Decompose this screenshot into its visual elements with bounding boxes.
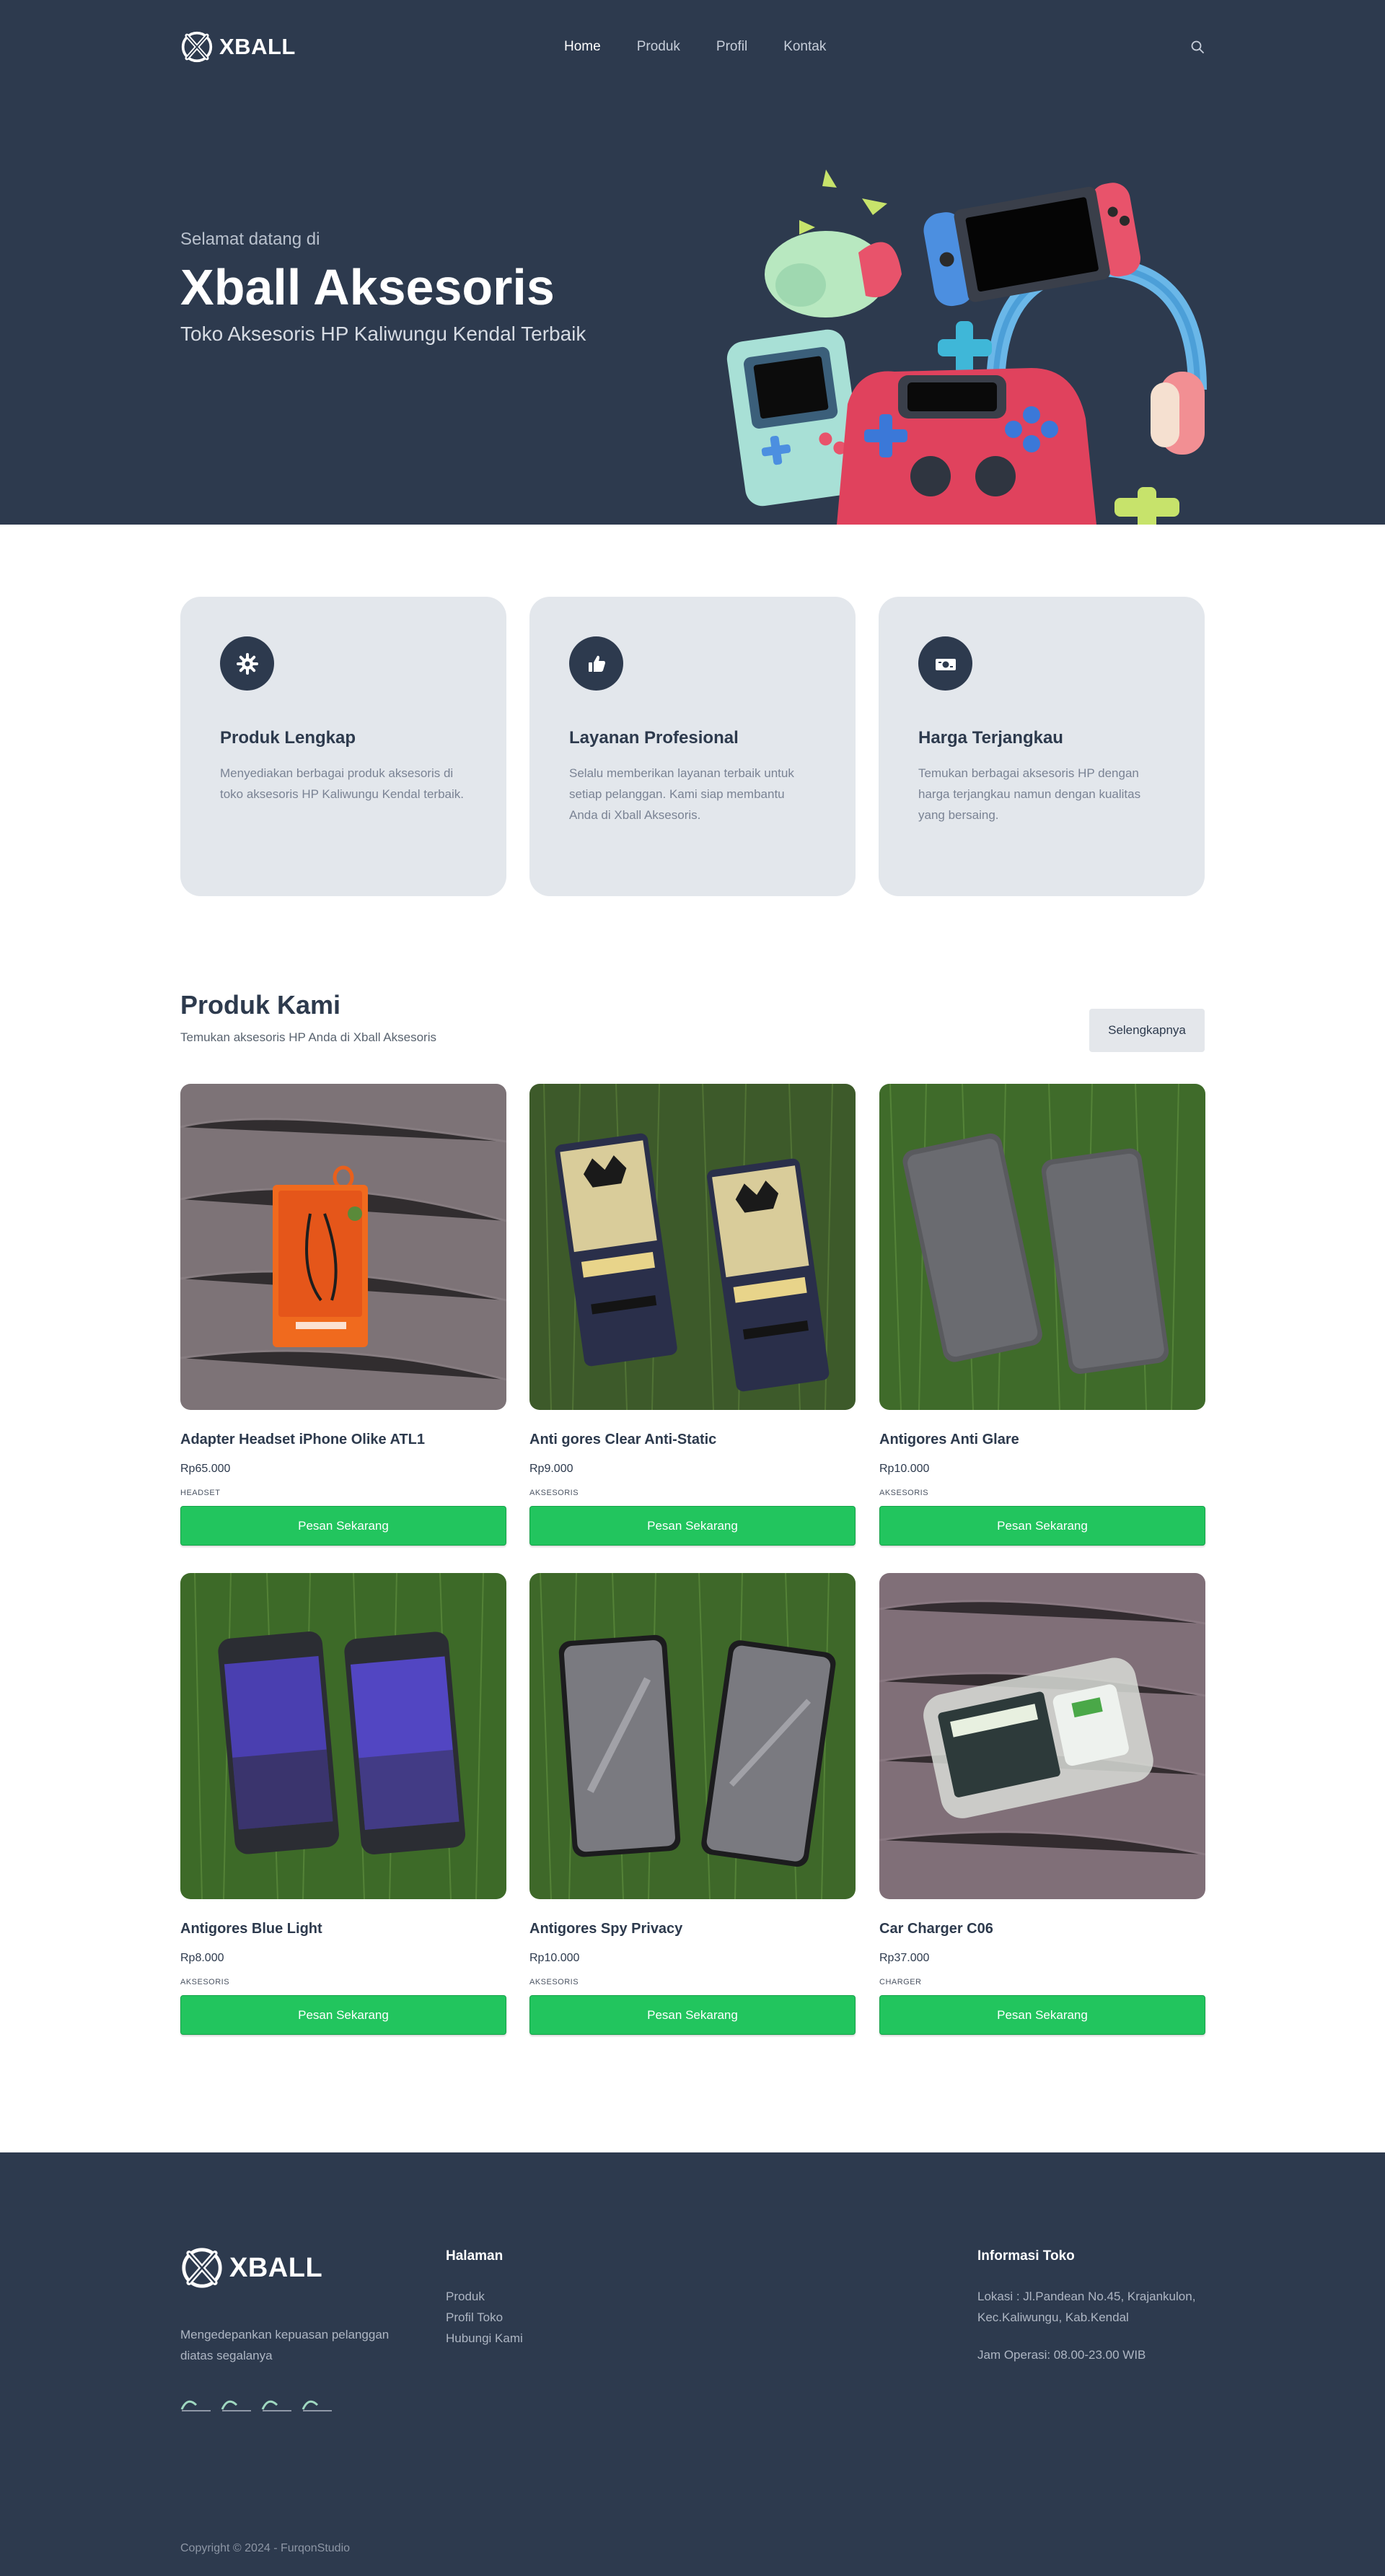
product-category: AKSESORIS [529,1978,579,1986]
product-price: Rp37.000 [879,1952,930,1964]
product-name[interactable]: Adapter Headset iPhone Olike ATL1 [180,1432,506,1448]
order-button[interactable]: Pesan Sekarang [529,1506,856,1546]
footer-pages-list: Produk Profil Toko Hubungi Kami [446,2286,523,2349]
footer-address: Lokasi : Jl.Pandean No.45, Krajankulon, … [977,2290,1196,2324]
social-icon[interactable] [302,2395,333,2412]
copyright: Copyright © 2024 - FurqonStudio [180,2542,351,2554]
social-icon[interactable] [221,2395,252,2412]
product-price: Rp9.000 [529,1463,573,1475]
feature-title: Harga Terjangkau [918,728,1063,748]
product-name[interactable]: Car Charger C06 [879,1921,1205,1937]
footer-brand-name: XBALL [229,2252,323,2283]
footer-hours: Jam Operasi: 08.00-23.00 WIB [977,2348,1146,2362]
feature-title: Produk Lengkap [220,728,356,748]
gaming-devices-illustration [726,170,1207,525]
product-category: HEADSET [180,1489,221,1497]
product-name[interactable]: Antigores Spy Privacy [529,1921,856,1937]
nav-home[interactable]: Home [564,39,601,55]
product-category: CHARGER [879,1978,922,1986]
nav-produk[interactable]: Produk [637,39,680,55]
feature-desc: Selalu memberikan layanan terbaik untuk … [569,766,794,822]
products-title: Produk Kami [180,990,341,1020]
xball-logo-icon [182,2248,222,2288]
product-image-clear-anti-static[interactable] [529,1084,856,1410]
footer-pages-column: Halaman Produk Profil Toko Hubungi Kami [446,2248,523,2349]
product-image-blue-light[interactable] [180,1573,506,1899]
product-price: Rp10.000 [879,1463,930,1475]
hero-subtitle: Toko Aksesoris HP Kaliwungu Kendal Terba… [180,323,586,345]
see-more-button[interactable]: Selengkapnya [1089,1009,1205,1052]
product-card: Adapter Headset iPhone Olike ATL1 Rp65.0… [180,1084,506,1546]
product-category: AKSESORIS [879,1489,929,1497]
brand-name: XBALL [219,34,296,59]
footer-pages-heading: Halaman [446,2248,504,2264]
hero-title: Xball Aksesoris [180,259,555,315]
gear-icon [220,636,274,691]
product-card: Car Charger C06 Rp37.000 CHARGER Pesan S… [879,1573,1205,2035]
feature-title: Layanan Profesional [569,728,739,748]
footer-link-profil-toko[interactable]: Profil Toko [446,2307,523,2328]
navbar: XBALL Home Produk Profil Kontak [180,29,1205,65]
feature-card-layanan-profesional: Layanan Profesional Selalu memberikan la… [529,597,856,896]
search-icon[interactable] [1190,40,1205,54]
footer-info-heading: Informasi Toko [977,2248,1075,2264]
product-image-car-charger[interactable] [879,1573,1205,1899]
social-links [180,2395,418,2412]
product-price: Rp65.000 [180,1463,231,1475]
hero-welcome: Selamat datang di [180,229,320,249]
product-card: Anti gores Clear Anti-Static Rp9.000 AKS… [529,1084,856,1546]
footer-brand-column: XBALL Mengedepankan kepuasan pelanggan d… [180,2246,418,2412]
brand-logo[interactable]: XBALL [180,29,296,65]
footer-logo[interactable]: XBALL [180,2246,418,2290]
order-button[interactable]: Pesan Sekarang [180,1995,506,2035]
feature-desc: Menyediakan berbagai produk aksesoris di… [220,766,464,801]
product-name[interactable]: Antigores Blue Light [180,1921,506,1937]
product-image-spy-privacy[interactable] [529,1573,856,1899]
main-nav: Home Produk Profil Kontak [564,29,862,65]
features-section: Produk Lengkap Menyediakan berbagai prod… [180,597,1205,896]
products-header: Produk Kami Temukan aksesoris HP Anda di… [180,990,1205,1055]
hero-section: XBALL Home Produk Profil Kontak Selamat … [0,0,1385,525]
footer-tagline: Mengedepankan kepuasan pelanggan diatas … [180,2328,390,2362]
footer-link-hubungi-kami[interactable]: Hubungi Kami [446,2328,523,2349]
order-button[interactable]: Pesan Sekarang [879,1995,1205,2035]
footer: XBALL Mengedepankan kepuasan pelanggan d… [0,2152,1385,2576]
order-button[interactable]: Pesan Sekarang [879,1506,1205,1546]
feature-card-harga-terjangkau: Harga Terjangkau Temukan berbagai akseso… [879,597,1205,896]
social-icon[interactable] [261,2395,293,2412]
products-subtitle: Temukan aksesoris HP Anda di Xball Akses… [180,1030,436,1044]
order-button[interactable]: Pesan Sekarang [529,1995,856,2035]
product-card: Antigores Blue Light Rp8.000 AKSESORIS P… [180,1573,506,2035]
social-icon[interactable] [180,2395,212,2412]
feature-desc: Temukan berbagai aksesoris HP dengan har… [918,766,1141,822]
thumbs-up-icon [569,636,623,691]
product-price: Rp10.000 [529,1952,580,1964]
order-button[interactable]: Pesan Sekarang [180,1506,506,1546]
xball-logo-icon [181,31,213,63]
footer-info-column: Informasi Toko Lokasi : Jl.Pandean No.45… [977,2248,1208,2362]
product-image-adapter-headset[interactable] [180,1084,506,1410]
product-name[interactable]: Antigores Anti Glare [879,1432,1205,1448]
product-card: Antigores Spy Privacy Rp10.000 AKSESORIS… [529,1573,856,2035]
footer-link-produk[interactable]: Produk [446,2286,523,2307]
feature-card-produk-lengkap: Produk Lengkap Menyediakan berbagai prod… [180,597,506,896]
product-card: Antigores Anti Glare Rp10.000 AKSESORIS … [879,1084,1205,1546]
hero-text: Selamat datang di Xball Aksesoris Toko A… [180,229,685,346]
nav-kontak[interactable]: Kontak [783,39,826,55]
product-name[interactable]: Anti gores Clear Anti-Static [529,1432,856,1448]
money-icon [918,636,972,691]
product-image-anti-glare[interactable] [879,1084,1205,1410]
nav-profil[interactable]: Profil [716,39,747,55]
product-category: AKSESORIS [529,1489,579,1497]
product-category: AKSESORIS [180,1978,230,1986]
product-price: Rp8.000 [180,1952,224,1964]
